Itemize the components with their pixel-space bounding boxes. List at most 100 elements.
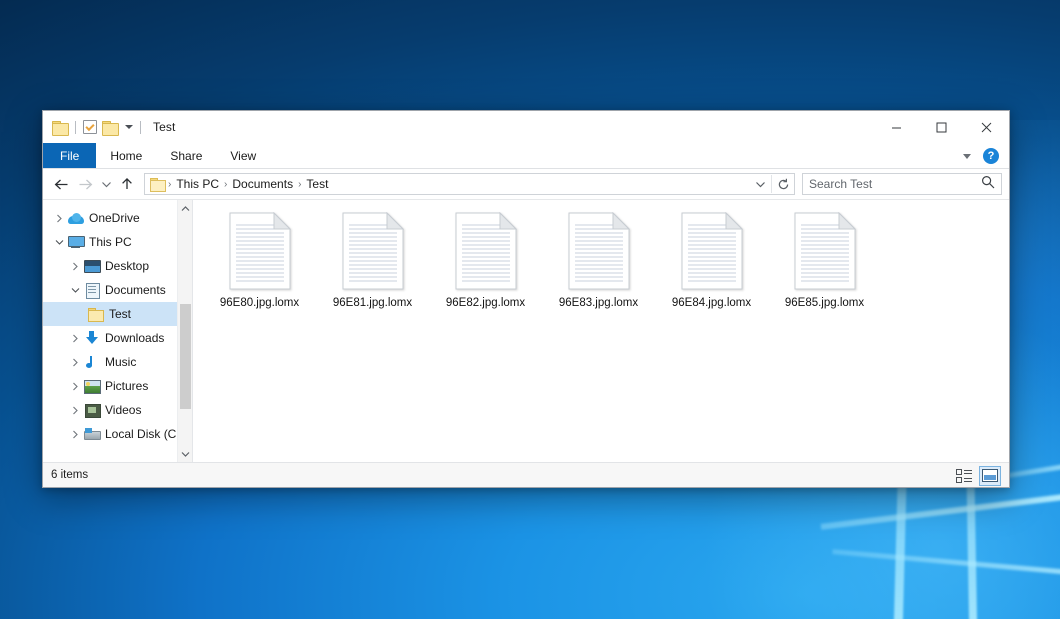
wallpaper-pane-edge-2 xyxy=(832,549,1060,576)
recent-locations-button[interactable] xyxy=(98,173,114,195)
generic-document-icon xyxy=(342,212,404,290)
ribbon-tabs: File Home Share View ? xyxy=(43,143,1009,169)
file-grid: 96E80.jpg.lomx 96E81.jpg.lomx 96E82.jpg.lo… xyxy=(193,200,1009,330)
music-icon xyxy=(83,355,100,369)
generic-document-icon xyxy=(794,212,856,290)
up-button[interactable] xyxy=(116,173,138,195)
twisty-collapsed-icon[interactable] xyxy=(51,214,67,223)
scrollbar-thumb[interactable] xyxy=(180,304,191,409)
file-item[interactable]: 96E82.jpg.lomx xyxy=(429,208,542,330)
folder-icon[interactable] xyxy=(52,121,68,134)
file-name-label: 96E85.jpg.lomx xyxy=(785,297,864,310)
file-explorer-window: Test File Home Share View ? xyxy=(42,110,1010,488)
sidebar-item-local-disk[interactable]: Local Disk (C:) xyxy=(43,422,192,446)
search-box[interactable] xyxy=(802,173,1002,195)
search-input[interactable] xyxy=(809,177,981,191)
search-icon[interactable] xyxy=(981,175,995,194)
pictures-icon xyxy=(83,380,100,392)
chevron-down-icon[interactable] xyxy=(963,154,971,159)
file-list-pane[interactable]: 96E80.jpg.lomx 96E81.jpg.lomx 96E82.jpg.lo… xyxy=(193,200,1009,462)
sidebar-label-music: Music xyxy=(105,356,136,368)
breadcrumb-this-pc[interactable]: This PC xyxy=(172,177,223,191)
twisty-collapsed-icon[interactable] xyxy=(67,406,83,415)
sidebar-item-downloads[interactable]: Downloads xyxy=(43,326,192,350)
sidebar-item-this-pc[interactable]: This PC xyxy=(43,230,192,254)
scroll-down-arrow-icon[interactable] xyxy=(178,446,193,462)
sidebar-item-videos[interactable]: Videos xyxy=(43,398,192,422)
tab-view[interactable]: View xyxy=(216,143,270,168)
twisty-collapsed-icon[interactable] xyxy=(67,382,83,391)
twisty-collapsed-icon[interactable] xyxy=(67,334,83,343)
ribbon-right-controls: ? xyxy=(963,143,1005,169)
title-bar: Test xyxy=(43,111,1009,143)
item-count-label: 6 items xyxy=(51,469,88,481)
file-item[interactable]: 96E81.jpg.lomx xyxy=(316,208,429,330)
sidebar-label-onedrive: OneDrive xyxy=(89,212,140,224)
file-name-label: 96E80.jpg.lomx xyxy=(220,297,299,310)
sidebar-item-desktop[interactable]: Desktop xyxy=(43,254,192,278)
generic-document-icon xyxy=(568,212,630,290)
large-icons-view-button[interactable] xyxy=(979,466,1001,486)
minimize-button[interactable] xyxy=(874,111,919,143)
navigation-tree: OneDrive This PC Deskt xyxy=(43,200,192,446)
scrollbar-track[interactable] xyxy=(178,216,193,446)
desktop-wallpaper: Test File Home Share View ? xyxy=(0,0,1060,619)
address-bar[interactable]: › This PC › Documents › Test xyxy=(144,173,795,195)
documents-icon xyxy=(83,283,100,297)
scroll-up-arrow-icon[interactable] xyxy=(178,200,193,216)
file-name-label: 96E82.jpg.lomx xyxy=(446,297,525,310)
tab-file[interactable]: File xyxy=(43,143,96,168)
file-item[interactable]: 96E83.jpg.lomx xyxy=(542,208,655,330)
twisty-expanded-icon[interactable] xyxy=(67,287,83,294)
twisty-expanded-icon[interactable] xyxy=(51,239,67,246)
sidebar-label-desktop: Desktop xyxy=(105,260,149,272)
customize-caret-icon[interactable] xyxy=(125,125,133,129)
twisty-collapsed-icon[interactable] xyxy=(67,430,83,439)
sidebar-label-videos: Videos xyxy=(105,404,141,416)
file-item[interactable]: 96E85.jpg.lomx xyxy=(768,208,881,330)
sidebar-label-documents: Documents xyxy=(105,284,166,296)
maximize-button[interactable] xyxy=(919,111,964,143)
toolbar-divider-2 xyxy=(140,121,141,134)
refresh-icon[interactable] xyxy=(772,174,794,194)
address-dropdown-icon[interactable] xyxy=(749,174,771,194)
generic-document-icon xyxy=(681,212,743,290)
breadcrumb-documents[interactable]: Documents xyxy=(228,177,297,191)
sidebar-label-pictures: Pictures xyxy=(105,380,148,392)
toolbar-divider xyxy=(75,121,76,134)
address-folder-icon xyxy=(150,178,165,190)
computer-icon xyxy=(67,236,84,248)
twisty-collapsed-icon[interactable] xyxy=(67,358,83,367)
sidebar-item-test[interactable]: Test xyxy=(43,302,192,326)
sidebar-item-pictures[interactable]: Pictures xyxy=(43,374,192,398)
breadcrumb-test[interactable]: Test xyxy=(302,177,332,191)
window-controls xyxy=(874,111,1009,143)
sidebar-label-local-disk: Local Disk (C:) xyxy=(105,428,184,440)
forward-button[interactable] xyxy=(74,173,96,195)
quick-access-toolbar xyxy=(43,120,143,134)
file-name-label: 96E84.jpg.lomx xyxy=(672,297,751,310)
cloud-icon xyxy=(67,213,84,224)
disk-icon xyxy=(83,428,100,440)
sidebar-scrollbar[interactable] xyxy=(177,200,192,462)
sidebar-item-documents[interactable]: Documents xyxy=(43,278,192,302)
sidebar-item-onedrive[interactable]: OneDrive xyxy=(43,206,192,230)
file-item[interactable]: 96E84.jpg.lomx xyxy=(655,208,768,330)
folder-icon xyxy=(87,308,104,320)
help-icon[interactable]: ? xyxy=(983,148,999,164)
tab-share[interactable]: Share xyxy=(156,143,216,168)
details-view-button[interactable] xyxy=(953,466,975,486)
back-button[interactable] xyxy=(50,173,72,195)
wallpaper-pane-edge-1 xyxy=(821,492,1060,530)
close-button[interactable] xyxy=(964,111,1009,143)
properties-icon[interactable] xyxy=(83,120,97,134)
sidebar-item-music[interactable]: Music xyxy=(43,350,192,374)
file-name-label: 96E83.jpg.lomx xyxy=(559,297,638,310)
address-bar-row: › This PC › Documents › Test xyxy=(43,169,1009,199)
file-item[interactable]: 96E80.jpg.lomx xyxy=(203,208,316,330)
tab-home[interactable]: Home xyxy=(96,143,156,168)
view-buttons xyxy=(953,463,1001,488)
twisty-collapsed-icon[interactable] xyxy=(67,262,83,271)
new-folder-icon[interactable] xyxy=(102,121,118,134)
sidebar-label-test: Test xyxy=(109,308,131,320)
